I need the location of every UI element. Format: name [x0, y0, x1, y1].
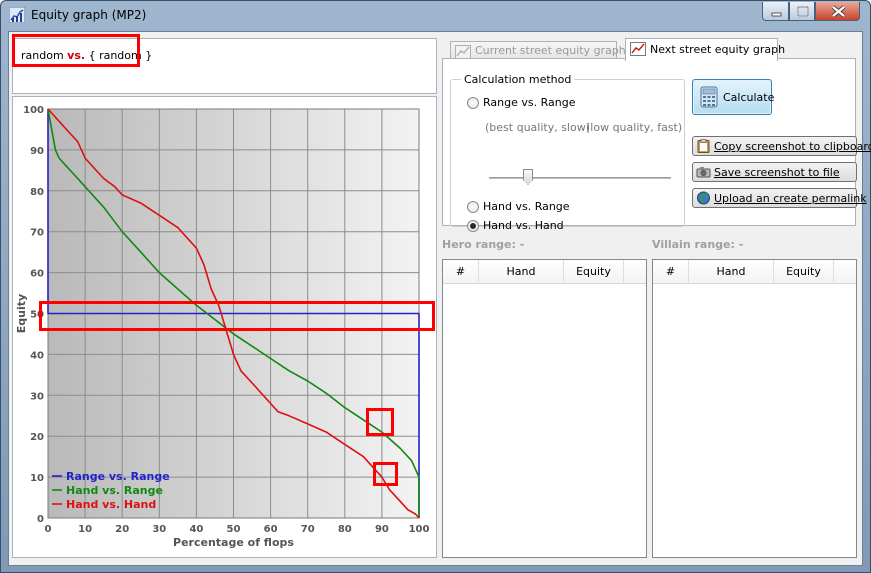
camera-icon [696, 167, 711, 178]
minimize-icon [771, 12, 782, 17]
radio-hand-vs-range[interactable] [467, 201, 479, 213]
hero-range-title: Hero range: - [442, 238, 525, 251]
equity-chart-panel: 0 10 20 30 40 50 60 70 80 90 100 0 10 20 30 40 50 60 70 80 9… [12, 96, 437, 558]
calculator-icon [700, 86, 718, 108]
y-tick-label: 80 [30, 187, 44, 198]
slider-right-hint: (low quality, fast) [586, 121, 683, 134]
radio-hand-vs-hand[interactable] [467, 220, 479, 232]
hero-range-text: random [21, 49, 64, 62]
y-tick-label: 60 [30, 269, 44, 280]
legend-label: Hand vs. Range [66, 484, 163, 497]
equity-chart: 0 10 20 30 40 50 60 70 80 90 100 0 10 20 30 40 50 60 70 80 9… [15, 105, 430, 549]
y-axis-label: Equity [15, 294, 28, 333]
save-screenshot-button[interactable]: Save screenshot to file [692, 162, 857, 182]
x-tick-label: 0 [45, 524, 52, 535]
maximize-icon [797, 6, 809, 17]
clipboard-icon [697, 139, 710, 153]
column-header-hand[interactable]: Hand [479, 260, 564, 284]
radio-label: Range vs. Range [483, 96, 576, 109]
radio-label: Hand vs. Hand [483, 219, 564, 232]
globe-icon [697, 191, 710, 205]
range-text: random vs. { random } [21, 49, 152, 62]
calculation-method-title: Calculation method [461, 73, 575, 86]
villain-range-text: { random } [88, 49, 153, 62]
close-icon [831, 5, 846, 18]
x-tick-label: 10 [78, 524, 92, 535]
villain-range-title: Villain range: - [652, 238, 744, 251]
legend-label: Range vs. Range [66, 470, 170, 483]
graph-icon [455, 45, 471, 59]
y-tick-label: 10 [30, 473, 44, 484]
y-tick-label: 30 [30, 391, 44, 402]
radio-range-vs-range[interactable] [467, 97, 479, 109]
maximize-button[interactable] [789, 2, 815, 21]
column-header-index[interactable]: # [653, 260, 689, 284]
y-tick-label: 100 [23, 105, 44, 116]
client-area: random vs. { random } 0 10 20 30 40 50 60 70 80 9… [8, 31, 871, 566]
x-tick-label: 70 [301, 524, 315, 535]
x-tick-label: 60 [264, 524, 278, 535]
calculate-label: Calculate [723, 91, 775, 104]
range-text-box[interactable]: random vs. { random } [12, 38, 437, 94]
calculate-button[interactable]: Calculate [692, 79, 775, 115]
villain-range-table[interactable]: # Hand Equity [652, 259, 857, 558]
app-window: Equity graph (MP2) random vs. { random } [0, 0, 871, 573]
chart-app-icon [9, 7, 25, 23]
upload-permalink-button[interactable]: Upload an create permalink [692, 188, 867, 208]
column-header-equity[interactable]: Equity [774, 260, 834, 284]
x-tick-label: 40 [189, 524, 203, 535]
y-tick-label: 20 [30, 432, 44, 443]
hero-range-table[interactable]: # Hand Equity [442, 259, 647, 558]
y-tick-label: 70 [30, 228, 44, 239]
column-header-index[interactable]: # [443, 260, 479, 284]
x-tick-label: 90 [375, 524, 389, 535]
radio-label: Hand vs. Range [483, 200, 570, 213]
x-tick-label: 100 [409, 524, 430, 535]
x-tick-label: 80 [338, 524, 352, 535]
minimize-button[interactable] [762, 2, 789, 21]
slider-left-hint: (best quality, slow) [485, 121, 591, 134]
x-tick-label: 50 [227, 524, 241, 535]
tab-panel: Calculation method Range vs. Range (best… [442, 58, 871, 232]
copy-screenshot-button[interactable]: Copy screenshot to clipboard [692, 136, 871, 156]
tab-next-street[interactable]: Next street equity graph [625, 38, 785, 61]
x-tick-label: 20 [115, 524, 129, 535]
vs-text: vs. [67, 49, 86, 62]
graph-icon [630, 42, 646, 56]
y-tick-label: 90 [30, 146, 44, 157]
close-button[interactable] [815, 2, 860, 21]
title-bar[interactable]: Equity graph (MP2) [1, 1, 870, 31]
window-title: Equity graph (MP2) [31, 8, 147, 22]
x-tick-label: 30 [152, 524, 166, 535]
column-header-hand[interactable]: Hand [689, 260, 774, 284]
table-header: # Hand Equity [653, 260, 856, 284]
legend-label: Hand vs. Hand [66, 498, 156, 511]
x-axis-label: Percentage of flops [173, 536, 294, 549]
column-header-equity[interactable]: Equity [564, 260, 624, 284]
quality-slider-track[interactable] [489, 177, 671, 179]
table-header: # Hand Equity [443, 260, 646, 284]
y-tick-label: 0 [37, 514, 44, 525]
y-tick-label: 40 [30, 350, 44, 361]
y-tick-label: 50 [30, 310, 44, 321]
